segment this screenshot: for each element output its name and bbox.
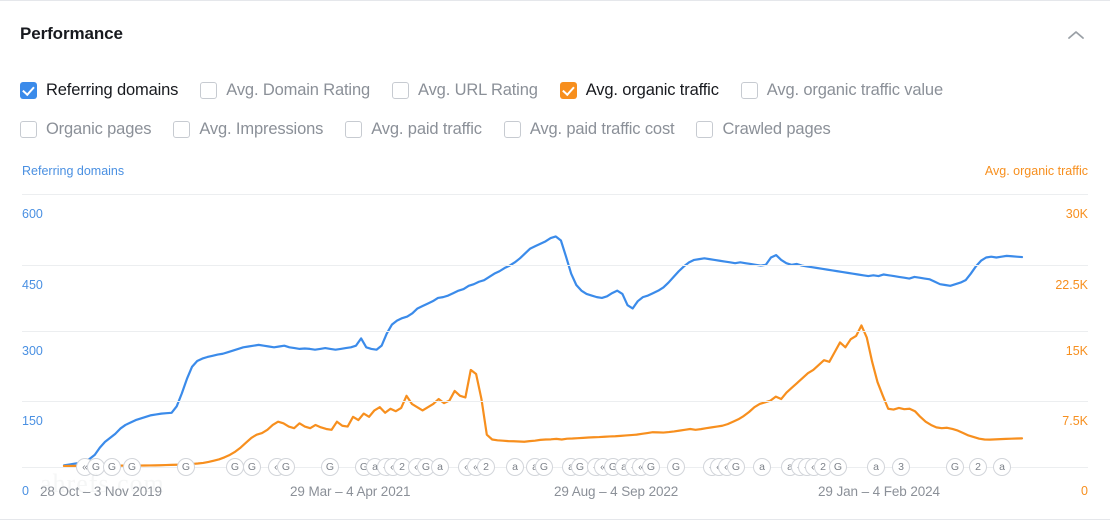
event-marker[interactable]: a xyxy=(753,458,771,476)
page-title: Performance xyxy=(20,24,123,43)
metric-toggle-avg-domain-rating[interactable]: Avg. Domain Rating xyxy=(200,81,370,100)
metric-toggle-avg-url-rating[interactable]: Avg. URL Rating xyxy=(392,81,538,100)
event-marker[interactable]: G xyxy=(243,458,261,476)
metric-toggle-crawled-pages[interactable]: Crawled pages xyxy=(696,119,831,139)
x-axis-tick-label: 28 Oct – 3 Nov 2019 xyxy=(40,484,162,499)
event-marker[interactable]: 3 xyxy=(892,458,910,476)
metric-toggle-avg-paid-traffic-cost[interactable]: Avg. paid traffic cost xyxy=(503,119,675,139)
event-marker[interactable]: G xyxy=(177,458,195,476)
metric-label: Crawled pages xyxy=(722,119,831,138)
event-marker[interactable]: G xyxy=(226,458,244,476)
metric-toggle-avg-organic-traffic[interactable]: Avg. organic traffic xyxy=(559,80,719,100)
right-axis-zero: 0 xyxy=(1081,484,1088,498)
performance-chart: Referring domains Avg. organic traffic 6… xyxy=(0,159,1110,519)
metric-toggle-avg-organic-traffic-value[interactable]: Avg. organic traffic value xyxy=(740,80,943,100)
event-marker[interactable]: G xyxy=(535,458,553,476)
event-marker[interactable]: G xyxy=(642,458,660,476)
x-axis-tick-label: 29 Jan – 4 Feb 2024 xyxy=(818,484,940,499)
event-marker[interactable]: a xyxy=(506,458,524,476)
metric-toggle-organic-pages[interactable]: Organic pages xyxy=(20,119,152,139)
event-marker[interactable]: G xyxy=(727,458,745,476)
event-marker[interactable]: G xyxy=(123,458,141,476)
metric-row-1: Referring domains Avg. Domain Rating Avg. … xyxy=(20,75,1095,105)
metric-toggle-referring-domains[interactable]: Referring domains xyxy=(20,81,178,100)
checkbox-unchecked-icon[interactable] xyxy=(173,120,191,138)
checkbox-unchecked-icon[interactable] xyxy=(740,81,758,99)
checkbox-unchecked-icon[interactable] xyxy=(696,120,714,138)
x-axis-labels: 28 Oct – 3 Nov 2019 29 Mar – 4 Apr 2021 29… xyxy=(0,484,1110,514)
checkbox-unchecked-icon[interactable] xyxy=(392,81,410,99)
metric-label: Avg. organic traffic value xyxy=(766,80,943,99)
metric-label: Organic pages xyxy=(46,119,152,138)
checkbox-unchecked-icon[interactable] xyxy=(345,120,363,138)
event-marker[interactable]: G xyxy=(321,458,339,476)
metric-label: Avg. Impressions xyxy=(199,119,324,138)
event-marker[interactable]: a xyxy=(993,458,1011,476)
panel-header: Performance xyxy=(0,1,1110,63)
event-marker[interactable]: G xyxy=(829,458,847,476)
left-axis-zero: 0 xyxy=(22,484,29,498)
checkbox-unchecked-icon[interactable] xyxy=(20,120,37,138)
metric-label: Avg. organic traffic xyxy=(585,80,719,99)
event-marker[interactable]: G xyxy=(103,458,121,476)
metric-label: Referring domains xyxy=(46,80,179,99)
checkbox-checked-icon[interactable] xyxy=(559,81,577,99)
event-marker[interactable]: a xyxy=(431,458,449,476)
metric-label: Avg. paid traffic cost xyxy=(529,119,675,138)
event-marker[interactable]: G xyxy=(667,458,685,476)
event-marker[interactable]: 2 xyxy=(969,458,987,476)
checkbox-unchecked-icon[interactable] xyxy=(200,81,218,99)
checkbox-unchecked-icon[interactable] xyxy=(503,120,521,138)
checkbox-checked-icon[interactable] xyxy=(20,81,37,99)
metric-toggle-avg-impressions[interactable]: Avg. Impressions xyxy=(173,120,323,139)
metric-toggle-avg-paid-traffic[interactable]: Avg. paid traffic xyxy=(345,120,482,139)
event-marker[interactable]: G xyxy=(946,458,964,476)
x-axis-tick-label: 29 Aug – 4 Sep 2022 xyxy=(554,484,679,499)
performance-panel: Performance Referring domains Avg. Domain… xyxy=(0,0,1110,520)
metric-label: Avg. Domain Rating xyxy=(226,80,371,99)
event-markers: «GGGGGG«GGGa««2«Ga««2aaGaG««Ga««GG«««Gaa… xyxy=(0,159,1110,519)
metric-toggles: Referring domains Avg. Domain Rating Avg. … xyxy=(20,75,1095,153)
metric-label: Avg. URL Rating xyxy=(418,80,538,99)
metric-row-2: Organic pages Avg. Impressions Avg. paid t… xyxy=(20,114,1095,144)
metric-label: Avg. paid traffic xyxy=(371,119,482,138)
event-marker[interactable]: 2 xyxy=(477,458,495,476)
x-axis-tick-label: 29 Mar – 4 Apr 2021 xyxy=(290,484,411,499)
event-marker[interactable]: a xyxy=(867,458,885,476)
chevron-up-icon[interactable] xyxy=(1058,17,1094,53)
event-marker[interactable]: G xyxy=(277,458,295,476)
